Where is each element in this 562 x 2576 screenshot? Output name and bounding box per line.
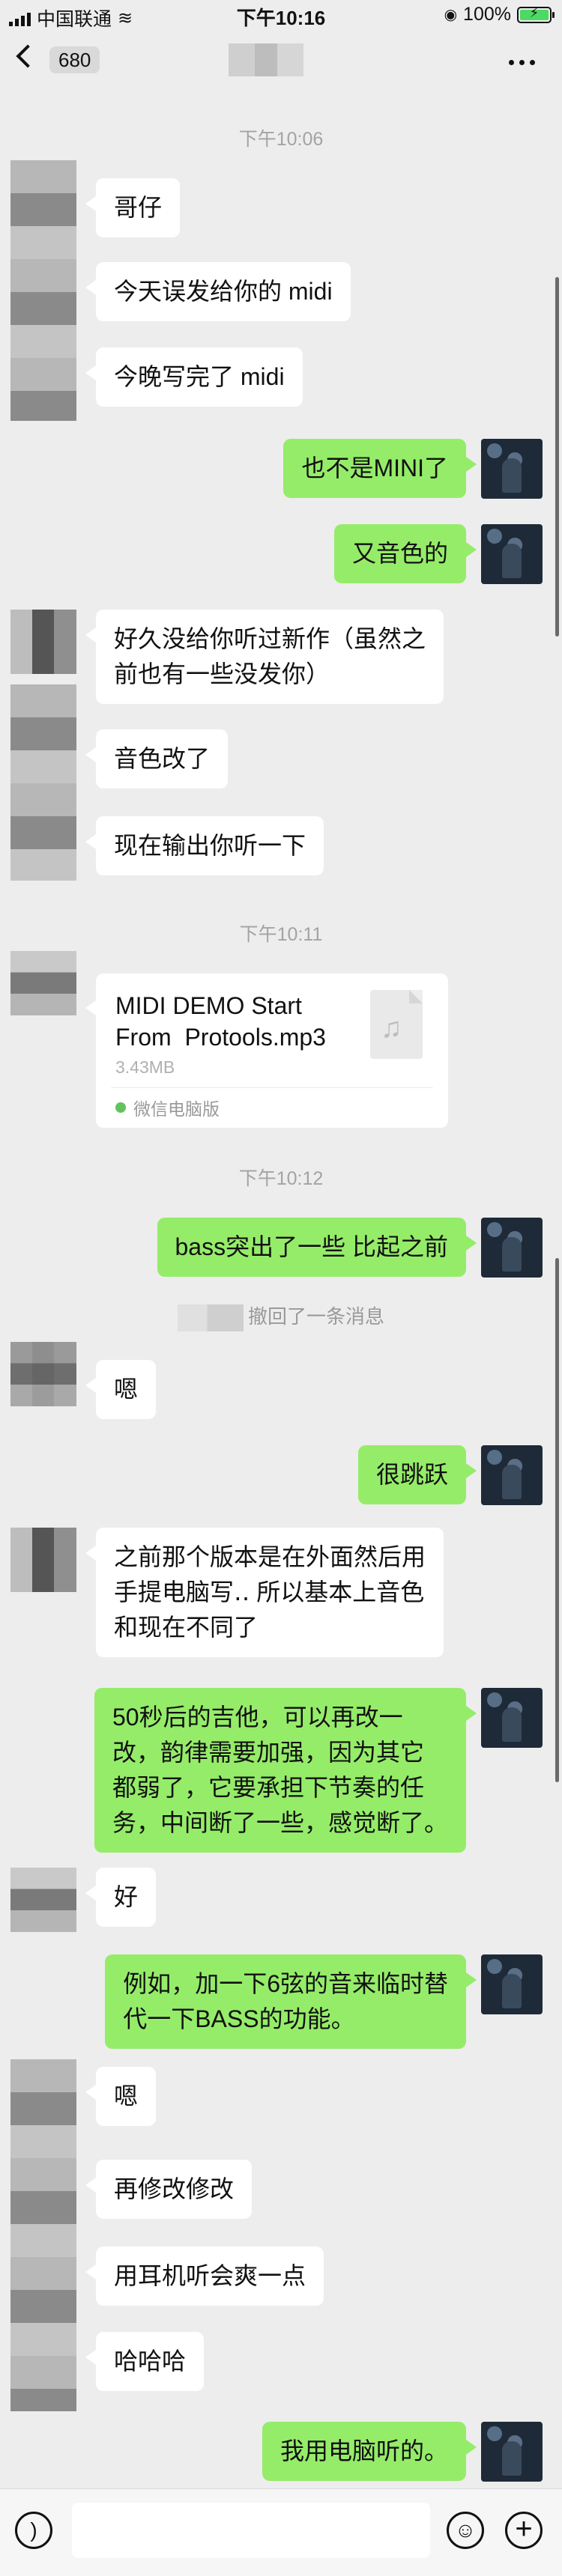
scrollbar[interactable]	[555, 1258, 559, 1782]
incoming-message-bubble[interactable]: 哈哈哈	[85, 2332, 205, 2391]
outgoing-message-bubble[interactable]: 50秒后的吉他，可以再改一 改，韵律需要加强，因为其它 都弱了，它要承担下节奏的…	[94, 1688, 477, 1853]
my-avatar[interactable]	[481, 1445, 543, 1505]
file-message-card[interactable]: MIDI DEMO Start From Protools.mp3 3.43MB…	[85, 973, 448, 1128]
battery-percent: 100%	[463, 4, 511, 25]
file-size: 3.43MB	[115, 1057, 175, 1077]
status-bar: 中国联通 ≋ 下午10:16 ◉ 100% ⚡	[0, 0, 562, 33]
incoming-message-bubble[interactable]: 再修改修改	[85, 2160, 253, 2219]
incoming-message-bubble[interactable]: 嗯	[85, 1360, 157, 1419]
incoming-message-bubble[interactable]: 之前那个版本是在外面然后用 手提电脑写‥ 所以基本上音色 和现在不同了	[85, 1528, 444, 1657]
sender-avatar-redacted[interactable]	[10, 160, 76, 421]
scrollbar[interactable]	[555, 277, 559, 637]
timestamp: 下午10:06	[238, 129, 324, 150]
outgoing-message-bubble[interactable]: 我用电脑听的。	[262, 2422, 477, 2481]
outgoing-message-bubble[interactable]: 也不是MINI了	[283, 439, 477, 498]
incoming-message-bubble[interactable]: 嗯	[85, 2067, 157, 2126]
file-source: 微信电脑版	[115, 1095, 220, 1120]
incoming-message-bubble[interactable]: 今天误发给你的 midi	[85, 262, 351, 321]
incoming-message-bubble[interactable]: 今晚写完了 midi	[85, 347, 303, 407]
sender-avatar-redacted[interactable]	[10, 1342, 76, 1406]
sender-avatar-redacted[interactable]	[10, 2059, 76, 2411]
my-avatar[interactable]	[481, 1218, 543, 1278]
incoming-message-bubble[interactable]: 现在输出你听一下	[85, 816, 324, 875]
incoming-message-bubble[interactable]: 好久没给你听过新作（虽然之 前也有一些没发你）	[85, 610, 444, 704]
incoming-message-bubble[interactable]: 音色改了	[85, 729, 229, 789]
outgoing-message-bubble[interactable]: 又音色的	[333, 524, 477, 583]
sender-avatar-redacted[interactable]	[10, 1868, 76, 1932]
chat-title-redacted	[229, 43, 303, 76]
my-avatar[interactable]	[481, 2422, 543, 2482]
file-name: MIDI DEMO Start From Protools.mp3	[115, 992, 326, 1051]
outgoing-message-bubble[interactable]: bass突出了一些 比起之前	[157, 1218, 477, 1277]
music-note-icon: ♫	[370, 990, 423, 1059]
incoming-message-bubble[interactable]: 哥仔	[85, 178, 181, 237]
my-avatar[interactable]	[481, 1954, 543, 2014]
sender-avatar-redacted[interactable]	[10, 1528, 76, 1592]
divider	[111, 1087, 433, 1088]
emoji-icon[interactable]: ☺	[447, 2512, 484, 2549]
my-avatar[interactable]	[481, 1688, 543, 1748]
sender-avatar-redacted[interactable]	[10, 610, 76, 674]
message-input[interactable]	[72, 2503, 430, 2558]
voice-icon[interactable]: )	[15, 2512, 52, 2549]
plus-icon[interactable]: +	[505, 2512, 543, 2549]
timestamp: 下午10:11	[239, 924, 323, 945]
sender-avatar-redacted[interactable]	[10, 951, 76, 1015]
outgoing-message-bubble[interactable]: 很跳跃	[357, 1445, 477, 1504]
my-avatar[interactable]	[481, 524, 543, 584]
chat-header: 680	[0, 33, 562, 93]
recalled-message-notice: 撤回了一条消息	[0, 1301, 562, 1332]
my-avatar[interactable]	[481, 439, 543, 499]
timestamp: 下午10:12	[238, 1168, 324, 1189]
back-chevron-icon[interactable]	[16, 44, 40, 68]
sender-avatar-redacted[interactable]	[10, 684, 76, 881]
incoming-message-bubble[interactable]: 用耳机听会爽一点	[85, 2247, 324, 2306]
incoming-message-bubble[interactable]: 好	[85, 1868, 157, 1927]
battery-icon: ⚡	[517, 5, 555, 23]
recalled-message-text: 撤回了一条消息	[247, 1305, 384, 1328]
file-source-label: 微信电脑版	[133, 1099, 220, 1119]
recaller-name-redacted	[177, 1304, 244, 1332]
message-input-bar: ) ☺ +	[0, 2488, 562, 2576]
unread-count-badge[interactable]: 680	[49, 46, 100, 73]
orientation-lock-icon: ◉	[444, 7, 458, 23]
outgoing-message-bubble[interactable]: 例如，加一下6弦的音来临时替 代一下BASS的功能。	[105, 1954, 477, 2049]
more-options-icon[interactable]	[509, 60, 535, 65]
wechat-pc-icon	[115, 1102, 126, 1113]
status-right: ◉ 100% ⚡	[444, 4, 555, 25]
